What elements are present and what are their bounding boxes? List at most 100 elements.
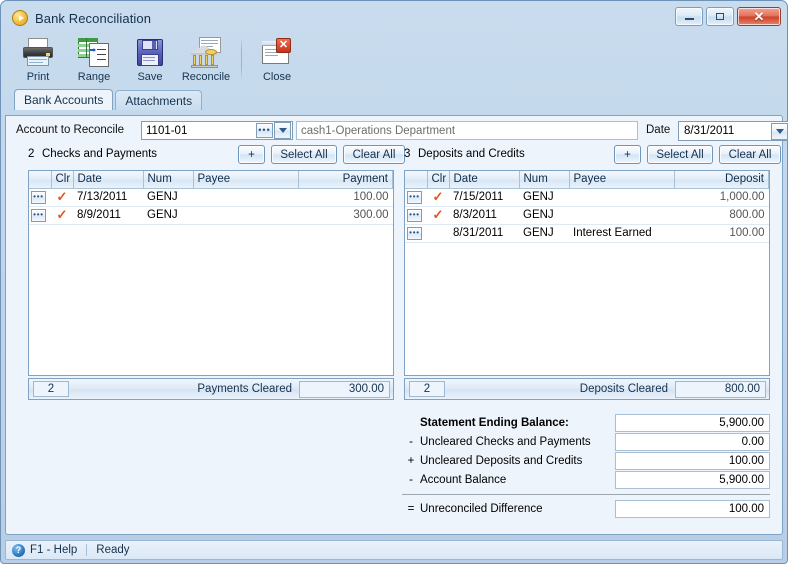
summary-divider (402, 494, 770, 495)
tab-bank-accounts-label: Bank Accounts (24, 93, 104, 107)
row-cleared-cell[interactable]: ✓ (51, 188, 73, 207)
checks-col-menu[interactable] (29, 171, 52, 189)
deposits-cleared-label: Deposits Cleared (579, 383, 668, 395)
deposits-grid[interactable]: Clr Date Num Payee Deposit ••• ✓ 7/15/20… (404, 170, 770, 376)
summary-row-account-balance: - Account Balance 5,900.00 (402, 470, 770, 489)
row-payee (193, 206, 298, 225)
checks-col-clr[interactable]: Clr (51, 171, 74, 189)
row-cleared-cell[interactable]: ✓ (427, 206, 449, 225)
date-chevron-down-icon[interactable] (771, 122, 788, 140)
summary-sign: = (407, 502, 415, 515)
checks-clear-all-label: Clear All (352, 148, 396, 161)
print-button[interactable]: Print (10, 35, 66, 83)
row-cleared-cell[interactable]: ✓ (51, 206, 73, 225)
account-lookup-icon[interactable]: ••• (256, 123, 273, 138)
help-circle-icon[interactable]: ? (12, 543, 25, 557)
reconciliation-summary: Statement Ending Balance: 5,900.00 - Unc… (402, 413, 770, 518)
deposits-section-header: 3 Deposits and Credits + Select All Clea… (404, 145, 781, 165)
checks-header-row: Clr Date Num Payee Payment (29, 171, 393, 189)
close-button[interactable]: ✕ (737, 7, 781, 26)
deposits-col-num[interactable]: Num (519, 171, 570, 189)
checks-col-date[interactable]: Date (73, 171, 144, 189)
row-menu-cell[interactable]: ••• (405, 224, 427, 243)
table-row[interactable]: ••• ✓ 7/13/2011 GENJ 100.00 (29, 188, 393, 207)
checks-grid-footer: 2 Payments Cleared 300.00 (28, 378, 394, 400)
payments-cleared-value: 300.00 (299, 380, 390, 398)
checks-col-payee[interactable]: Payee (193, 171, 299, 189)
deposits-col-deposit[interactable]: Deposit (674, 171, 769, 189)
row-amount: 1,000.00 (674, 188, 769, 207)
row-date: 8/3/2011 (449, 206, 519, 225)
row-menu-cell[interactable]: ••• (29, 188, 51, 207)
account-name-value: cash1-Operations Department (301, 124, 456, 137)
row-menu-cell[interactable]: ••• (405, 188, 427, 207)
checks-col-payment[interactable]: Payment (298, 171, 393, 189)
application-window: Bank Reconciliation ✕ Print Range Save R… (0, 0, 788, 564)
deposits-clear-all-button[interactable]: Clear All (719, 145, 781, 164)
date-value: 8/31/2011 (684, 125, 735, 137)
row-menu-icon[interactable]: ••• (407, 208, 422, 222)
check-mark-icon: ✓ (56, 189, 68, 204)
row-num: GENJ (519, 224, 569, 243)
account-balance-label: Account Balance (420, 473, 507, 486)
floppy-disk-icon (133, 37, 167, 69)
table-row[interactable]: ••• ✓ 7/15/2011 GENJ 1,000.00 (405, 188, 769, 207)
tab-attachments-label: Attachments (125, 93, 193, 108)
account-chevron-down-icon[interactable] (274, 122, 291, 139)
statement-ending-balance-label: Statement Ending Balance: (420, 416, 569, 429)
tab-attachments[interactable]: Attachments (115, 90, 203, 110)
close-toolbar-button[interactable]: ✕ Close (249, 35, 305, 83)
account-combo[interactable]: 1101-01 ••• (141, 121, 293, 140)
deposits-select-all-button[interactable]: Select All (647, 145, 713, 164)
checks-add-button[interactable]: + (238, 145, 265, 164)
range-button[interactable]: Range (66, 35, 122, 83)
row-amount: 100.00 (298, 188, 393, 207)
uncleared-checks-field: 0.00 (615, 432, 770, 451)
deposits-cleared-value: 800.00 (675, 380, 766, 398)
status-text: Ready (96, 544, 130, 556)
row-date: 7/15/2011 (449, 188, 519, 207)
checks-select-all-button[interactable]: Select All (271, 145, 337, 164)
minimize-button[interactable] (675, 7, 703, 26)
table-row[interactable]: ••• 8/31/2011 GENJ Interest Earned 100.0… (405, 224, 769, 243)
statement-ending-balance-field[interactable]: 5,900.00 (615, 413, 770, 432)
summary-row-unreconciled-difference: = Unreconciled Difference 100.00 (402, 499, 770, 518)
printer-icon (21, 37, 55, 69)
help-label[interactable]: F1 - Help (30, 544, 77, 556)
tab-page-bank-accounts: Account to Reconcile 1101-01 ••• cash1-O… (5, 115, 788, 535)
save-button[interactable]: Save (122, 35, 178, 83)
check-mark-icon: ✓ (432, 189, 444, 204)
row-cleared-cell[interactable] (427, 224, 449, 243)
row-menu-icon[interactable]: ••• (31, 208, 46, 222)
deposits-col-clr[interactable]: Clr (427, 171, 450, 189)
summary-row-statement-ending-balance: Statement Ending Balance: 5,900.00 (402, 413, 770, 432)
payments-cleared-label: Payments Cleared (197, 383, 292, 395)
row-menu-icon[interactable]: ••• (407, 226, 422, 240)
deposits-col-date[interactable]: Date (449, 171, 520, 189)
deposits-add-label: + (624, 148, 631, 161)
checks-clear-all-button[interactable]: Clear All (343, 145, 405, 164)
summary-row-uncleared-deposits: + Uncleared Deposits and Credits 100.00 (402, 451, 770, 470)
checks-col-num[interactable]: Num (143, 171, 194, 189)
uncleared-deposits-field: 100.00 (615, 451, 770, 470)
tab-strip: Bank Accounts Attachments (4, 89, 784, 110)
deposits-col-payee[interactable]: Payee (569, 171, 675, 189)
status-separator (86, 544, 88, 556)
row-menu-icon[interactable]: ••• (407, 190, 422, 204)
row-amount: 100.00 (674, 224, 769, 243)
reconcile-button[interactable]: Reconcile (178, 35, 234, 83)
row-menu-cell[interactable]: ••• (29, 206, 51, 225)
tab-bank-accounts[interactable]: Bank Accounts (14, 89, 114, 110)
table-row[interactable]: ••• ✓ 8/9/2011 GENJ 300.00 (29, 206, 393, 225)
table-row[interactable]: ••• ✓ 8/3/2011 GENJ 800.00 (405, 206, 769, 225)
app-play-icon (12, 10, 28, 26)
unreconciled-difference-field: 100.00 (615, 499, 770, 518)
checks-grid[interactable]: Clr Date Num Payee Payment ••• ✓ 7/13/20… (28, 170, 394, 376)
row-menu-cell[interactable]: ••• (405, 206, 427, 225)
deposits-add-button[interactable]: + (614, 145, 641, 164)
maximize-button[interactable] (706, 7, 734, 26)
deposits-col-menu[interactable] (405, 171, 428, 189)
row-cleared-cell[interactable]: ✓ (427, 188, 449, 207)
row-menu-icon[interactable]: ••• (31, 190, 46, 204)
date-combo[interactable]: 8/31/2011 (678, 121, 788, 141)
